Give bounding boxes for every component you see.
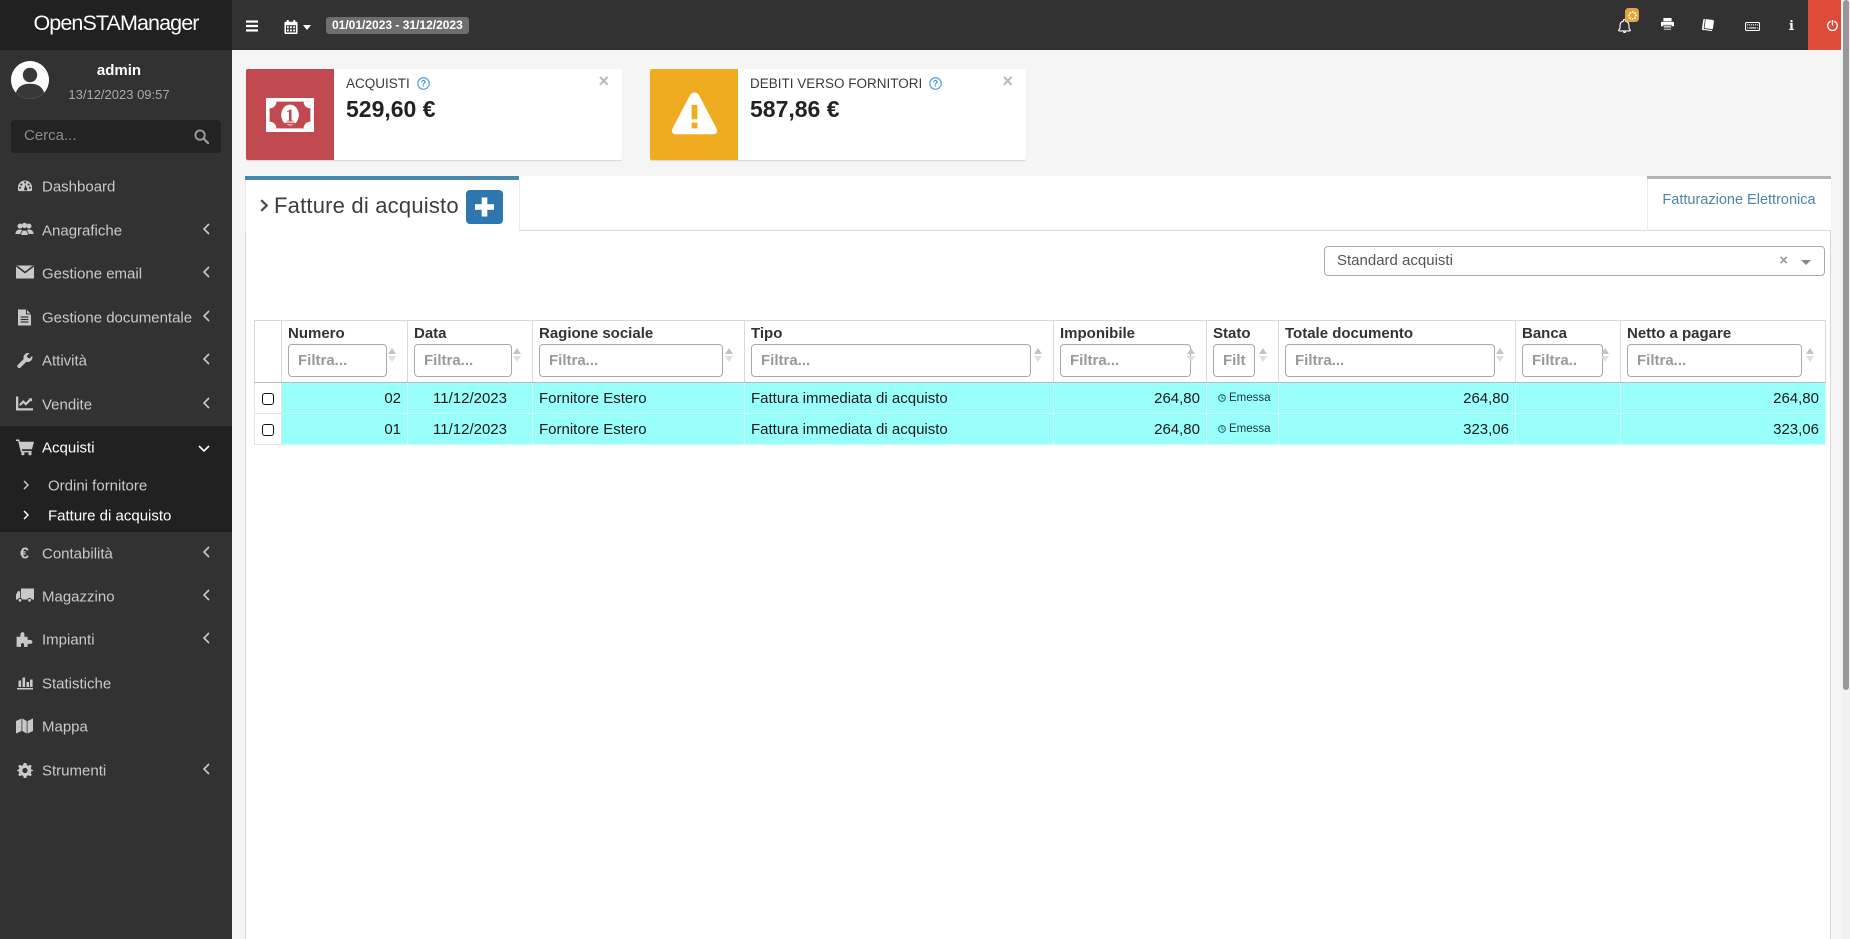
svg-text:?: ?	[933, 79, 938, 89]
svg-text:1: 1	[286, 106, 295, 126]
svg-text:?: ?	[420, 79, 425, 89]
